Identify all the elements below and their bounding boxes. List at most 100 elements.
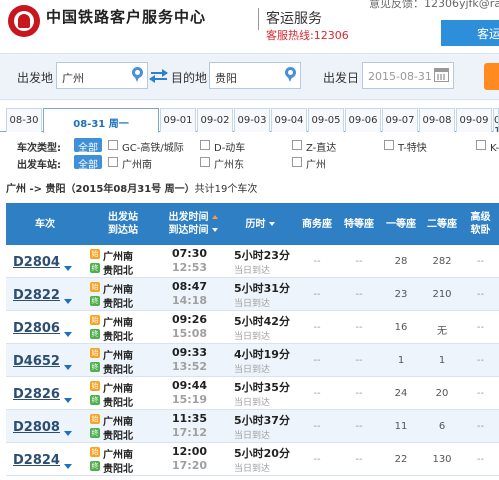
seat-business: -- <box>313 454 321 465</box>
chevron-down-icon[interactable] <box>64 431 72 436</box>
brand-divider <box>258 8 259 30</box>
depart-station: 广州南 <box>103 285 133 296</box>
date-tab[interactable]: 09-08 <box>419 108 455 132</box>
table-row[interactable]: D2804 始广州南终贵阳北 07:30 12:53 5小时23分 当日到达 -- -- 28 2… <box>6 245 499 278</box>
depart-time: 11:35 <box>172 412 208 425</box>
seat-first: 22 <box>394 454 408 465</box>
seat-special: -- <box>355 256 363 267</box>
seat-special: -- <box>355 289 363 300</box>
date-input[interactable]: 2015-08-31 <box>362 62 454 89</box>
to-station-value: 贵阳 <box>215 72 237 85</box>
date-tab[interactable]: 09-01 <box>160 108 196 132</box>
train-number-link[interactable]: D2808 <box>13 420 60 435</box>
duration: 4小时19分 <box>234 348 290 361</box>
train-number-link[interactable]: D2806 <box>13 321 60 336</box>
depart-station: 广州南 <box>103 384 133 395</box>
chevron-down-icon[interactable] <box>64 464 72 469</box>
to-label: 目的地 <box>171 71 208 85</box>
seat-special: -- <box>355 355 363 366</box>
seat-business: -- <box>313 256 321 267</box>
seat-special: -- <box>355 454 363 465</box>
date-tabs: 08-30 08-31 周一 09-01 09-02 09-03 09-04 0… <box>0 108 499 133</box>
table-row[interactable]: D2808 始广州南终贵阳北 11:35 17:12 5小时37分 当日到达 -- -- 11 6… <box>6 410 499 443</box>
seat-business: -- <box>313 388 321 399</box>
arrive-day: 当日到达 <box>234 464 271 474</box>
from-label: 出发地 <box>17 71 54 85</box>
seat-soft: -- <box>476 256 485 267</box>
depart-time: 09:33 <box>172 346 208 359</box>
train-number-link[interactable]: D2824 <box>13 453 60 468</box>
railway-logo-icon[interactable] <box>8 5 40 37</box>
seat-second: 282 <box>432 256 452 267</box>
depart-station: 广州南 <box>103 252 133 263</box>
date-tab[interactable]: 09-02 <box>197 108 233 132</box>
seat-soft: -- <box>476 289 485 300</box>
all-stations-button[interactable]: 全部 <box>74 155 102 171</box>
duration: 5小时37分 <box>234 414 290 427</box>
date-value: 2015-08-31 <box>368 70 432 83</box>
date-tab[interactable]: 09-05 <box>308 108 344 132</box>
date-tab[interactable]: 09-1 <box>493 108 499 132</box>
seat-soft: -- <box>476 355 485 366</box>
seat-soft: -- <box>476 322 485 333</box>
feedback-link[interactable]: 意见反馈：12306yjfk@rai <box>369 0 499 11</box>
sort-up-icon[interactable] <box>211 215 218 219</box>
depart-time: 08:47 <box>172 280 208 293</box>
seat-first: 16 <box>394 322 408 333</box>
to-station-input[interactable]: 贵阳 <box>209 62 301 89</box>
seat-second: 130 <box>432 454 452 465</box>
tab-passenger[interactable]: 客运 <box>441 20 499 46</box>
arrive-time: 12:53 <box>172 261 208 274</box>
col-duration[interactable]: 历时 <box>224 203 296 245</box>
seat-first: 1 <box>397 355 405 366</box>
table-row[interactable]: D2826 始广州南终贵阳北 09:44 15:19 5小时35分 当日到达 -- -- 24 2… <box>6 377 499 410</box>
col-times[interactable]: 出发时间 到达时间 <box>162 203 224 245</box>
table-row[interactable]: D4652 始广州南终贵阳北 09:33 13:52 4小时19分 当日到达 -- -- 1 1-… <box>6 344 499 377</box>
location-pin-icon[interactable] <box>132 67 143 82</box>
table-row[interactable]: D2824 始广州南终贵阳北 12:00 17:20 5小时20分 当日到达 -- -- 22 1… <box>6 443 499 476</box>
depart-station: 广州南 <box>103 450 133 461</box>
train-number-link[interactable]: D4652 <box>13 354 60 369</box>
chevron-down-icon[interactable] <box>64 266 72 271</box>
from-station-input[interactable]: 广州 <box>56 62 148 89</box>
seat-special: -- <box>355 421 363 432</box>
date-tab[interactable]: 09-07 <box>382 108 418 132</box>
date-tab[interactable]: 09-04 <box>271 108 307 132</box>
date-tab[interactable]: 09-03 <box>234 108 270 132</box>
train-number-link[interactable]: D2804 <box>13 255 60 270</box>
chevron-down-icon[interactable] <box>64 365 72 370</box>
date-tab[interactable]: 09-09 <box>456 108 492 132</box>
arrive-time: 13:52 <box>172 360 208 373</box>
arrive-station: 贵阳北 <box>103 464 133 475</box>
site-header: 中国铁路客户服务中心 客运服务 客服热线:12306 意见反馈：12306yjf… <box>0 0 499 46</box>
date-tab[interactable]: 08-30 <box>6 108 42 132</box>
query-button[interactable] <box>484 63 499 90</box>
date-tab[interactable]: 09-06 <box>345 108 381 132</box>
chevron-down-icon[interactable] <box>64 299 72 304</box>
sort-down-icon[interactable] <box>268 221 275 226</box>
train-number-link[interactable]: D2826 <box>13 387 60 402</box>
chevron-down-icon[interactable] <box>64 398 72 403</box>
seat-soft: -- <box>476 421 485 432</box>
col-special: 特等座 <box>344 218 374 230</box>
chevron-down-icon[interactable] <box>64 332 72 337</box>
station-filter-label: 出发车站: <box>17 160 61 171</box>
location-pin-icon[interactable] <box>285 67 296 82</box>
depart-time: 09:26 <box>172 313 208 326</box>
date-text: （2015年08月31号 周一） <box>65 184 195 195</box>
duration: 5小时35分 <box>234 381 290 394</box>
table-row[interactable]: D2822 始广州南终贵阳北 08:47 14:18 5小时31分 当日到达 -- -- 23 2… <box>6 278 499 311</box>
calendar-icon[interactable] <box>434 68 449 82</box>
seat-second: 210 <box>432 289 452 300</box>
seat-business: -- <box>313 355 321 366</box>
all-types-button[interactable]: 全部 <box>74 138 102 154</box>
train-number-link[interactable]: D2822 <box>13 288 60 303</box>
date-tab-active[interactable]: 08-31 周一 <box>43 108 159 133</box>
depart-time: 12:00 <box>172 445 208 458</box>
swap-stations-icon[interactable] <box>149 68 169 84</box>
depart-station: 广州南 <box>103 351 133 362</box>
table-row[interactable]: D2806 始广州南终贵阳北 09:26 15:08 5小时42分 当日到达 -- -- 16 无… <box>6 311 499 344</box>
result-summary: 广州 -> 贵阳（2015年08月31号 周一）共计19个车次 <box>6 180 257 195</box>
arrive-station: 贵阳北 <box>103 266 133 277</box>
sort-down-icon[interactable] <box>211 228 218 232</box>
